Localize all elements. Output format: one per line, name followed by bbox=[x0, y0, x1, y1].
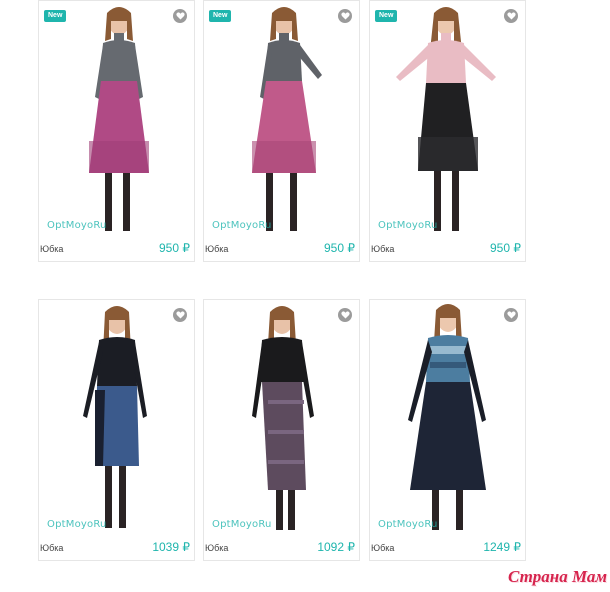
product-meta: Юбка 1039 ₽ bbox=[39, 536, 194, 560]
favorite-heart-icon[interactable] bbox=[338, 9, 352, 23]
model-image bbox=[252, 306, 314, 530]
product-name[interactable]: Юбка bbox=[40, 543, 63, 553]
product-price: 1092 ₽ bbox=[317, 540, 355, 554]
product-name[interactable]: Юбка bbox=[205, 244, 228, 254]
product-price: 950 ₽ bbox=[159, 241, 190, 255]
brand-logo: OptMoyoRu bbox=[378, 220, 438, 231]
favorite-heart-icon[interactable] bbox=[338, 308, 352, 322]
product-photo[interactable]: New OptMoyoRu bbox=[370, 1, 525, 237]
favorite-heart-icon[interactable] bbox=[504, 9, 518, 23]
new-badge: New bbox=[375, 10, 398, 22]
product-name[interactable]: Юбка bbox=[40, 244, 63, 254]
new-badge: New bbox=[209, 10, 232, 22]
product-card[interactable]: OptMoyoRu Юбка 1039 ₽ bbox=[38, 299, 195, 561]
watermark-logo: Страна Мам bbox=[507, 567, 607, 586]
brand-logo: OptMoyoRu bbox=[47, 519, 107, 530]
product-price: 950 ₽ bbox=[324, 241, 355, 255]
product-price: 1249 ₽ bbox=[483, 540, 521, 554]
product-name[interactable]: Юбка bbox=[371, 244, 394, 254]
product-photo[interactable]: New OptMoyoRu bbox=[204, 1, 359, 237]
product-name[interactable]: Юбка bbox=[205, 543, 228, 553]
product-name[interactable]: Юбка bbox=[371, 543, 394, 553]
favorite-heart-icon[interactable] bbox=[173, 308, 187, 322]
product-card[interactable]: New OptMoyoRu Юбка 950 ₽ bbox=[203, 0, 360, 262]
product-card[interactable]: New OptMoyoRu Юбка 950 ₽ bbox=[38, 0, 195, 262]
product-photo[interactable]: New OptMoyoRu bbox=[39, 1, 194, 237]
model-image bbox=[83, 306, 147, 528]
brand-logo: OptMoyoRu bbox=[212, 220, 272, 231]
new-badge: New bbox=[44, 10, 67, 22]
product-meta: Юбка 950 ₽ bbox=[204, 237, 359, 261]
product-price: 950 ₽ bbox=[490, 241, 521, 255]
product-meta: Юбка 950 ₽ bbox=[370, 237, 525, 261]
product-photo[interactable]: OptMoyoRu bbox=[204, 300, 359, 536]
product-photo[interactable]: OptMoyoRu bbox=[370, 300, 525, 536]
favorite-heart-icon[interactable] bbox=[173, 9, 187, 23]
brand-logo: OptMoyoRu bbox=[378, 519, 438, 530]
product-card[interactable]: OptMoyoRu Юбка 1092 ₽ bbox=[203, 299, 360, 561]
product-photo[interactable]: OptMoyoRu bbox=[39, 300, 194, 536]
product-card[interactable]: OptMoyoRu Юбка 1249 ₽ bbox=[369, 299, 526, 561]
product-meta: Юбка 1092 ₽ bbox=[204, 536, 359, 560]
model-image bbox=[396, 7, 496, 231]
model-image bbox=[252, 7, 322, 231]
product-price: 1039 ₽ bbox=[152, 540, 190, 554]
brand-logo: OptMoyoRu bbox=[212, 519, 272, 530]
product-card[interactable]: New OptMoyoRu Юбка 950 ₽ bbox=[369, 0, 526, 262]
model-image bbox=[408, 304, 486, 530]
product-meta: Юбка 950 ₽ bbox=[39, 237, 194, 261]
product-meta: Юбка 1249 ₽ bbox=[370, 536, 525, 560]
model-image bbox=[89, 7, 149, 231]
favorite-heart-icon[interactable] bbox=[504, 308, 518, 322]
brand-logo: OptMoyoRu bbox=[47, 220, 107, 231]
